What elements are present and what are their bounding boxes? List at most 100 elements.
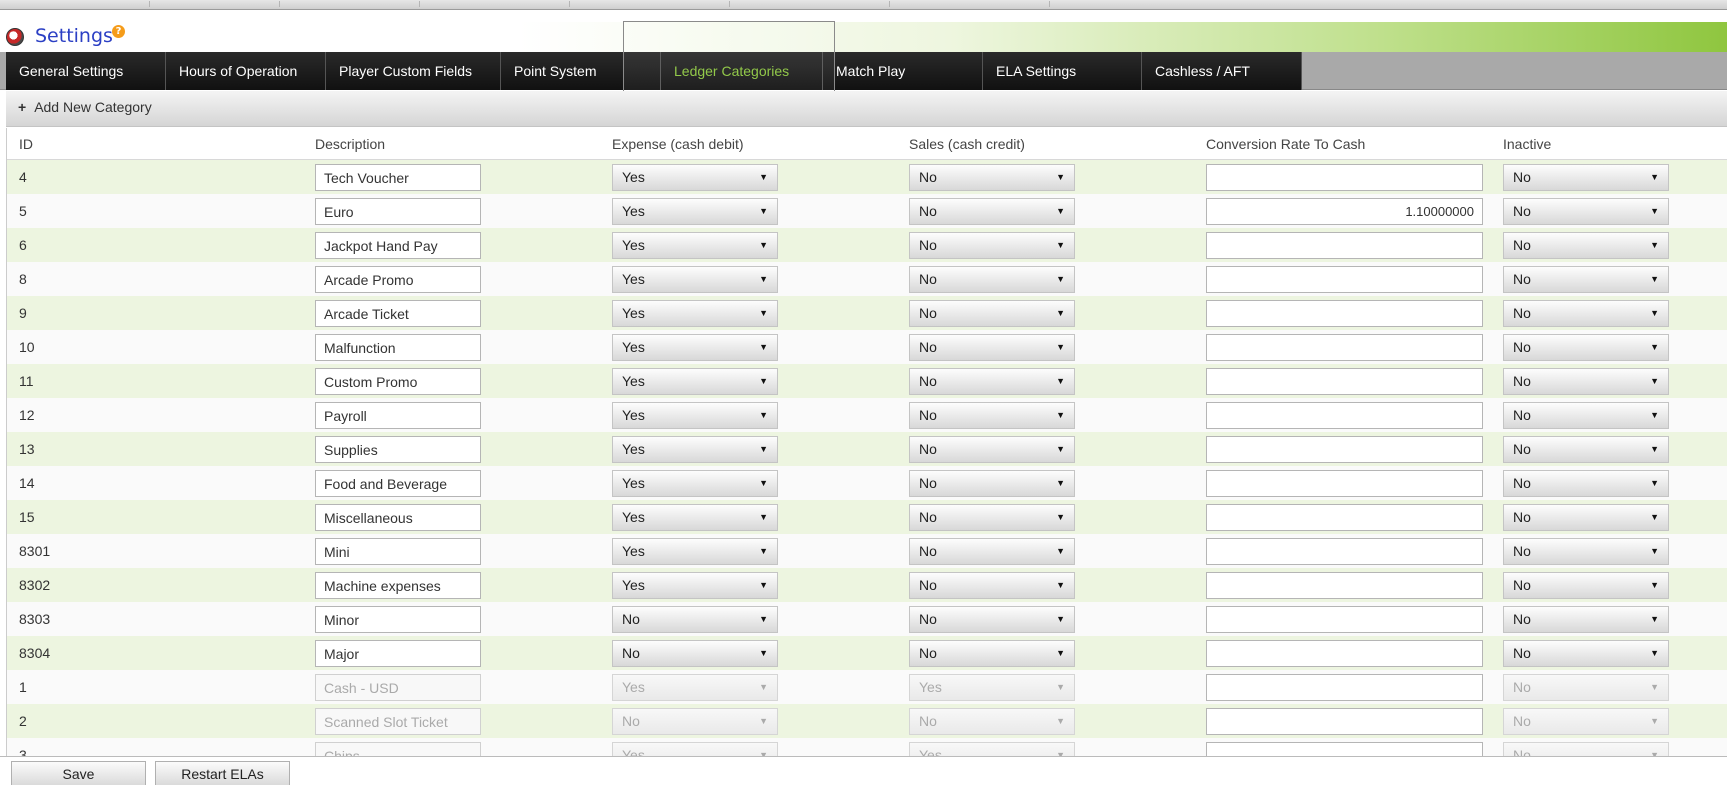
- help-icon[interactable]: ?: [112, 25, 125, 38]
- description-input[interactable]: [315, 436, 481, 463]
- expense-select[interactable]: Yes ▼: [612, 742, 778, 756]
- conversion-rate-input[interactable]: [1206, 334, 1483, 361]
- sales-select[interactable]: No ▼: [909, 504, 1075, 531]
- inactive-select[interactable]: No ▼: [1503, 232, 1669, 259]
- description-input[interactable]: [315, 674, 481, 701]
- conversion-rate-input[interactable]: 1.10000000: [1206, 198, 1483, 225]
- inactive-select[interactable]: No ▼: [1503, 742, 1669, 756]
- expense-select[interactable]: No ▼: [612, 708, 778, 735]
- description-input[interactable]: [315, 742, 481, 756]
- sales-select[interactable]: No ▼: [909, 368, 1075, 395]
- description-input[interactable]: [315, 504, 481, 531]
- inactive-select[interactable]: No ▼: [1503, 606, 1669, 633]
- description-input[interactable]: [315, 402, 481, 429]
- description-input[interactable]: [315, 606, 481, 633]
- expense-select[interactable]: Yes ▼: [612, 402, 778, 429]
- description-input[interactable]: [315, 266, 481, 293]
- sales-select[interactable]: No ▼: [909, 538, 1075, 565]
- expense-select[interactable]: Yes ▼: [612, 368, 778, 395]
- sales-select[interactable]: No ▼: [909, 708, 1075, 735]
- tab-hours-of-operation[interactable]: Hours of Operation: [166, 52, 326, 90]
- conversion-rate-input[interactable]: [1206, 402, 1483, 429]
- tab-match-play[interactable]: Match Play: [823, 52, 983, 90]
- conversion-rate-input[interactable]: [1206, 300, 1483, 327]
- conversion-rate-input[interactable]: [1206, 640, 1483, 667]
- expense-select[interactable]: Yes ▼: [612, 198, 778, 225]
- sales-select[interactable]: No ▼: [909, 232, 1075, 259]
- inactive-select[interactable]: No ▼: [1503, 538, 1669, 565]
- sales-select[interactable]: No ▼: [909, 640, 1075, 667]
- conversion-rate-input[interactable]: [1206, 436, 1483, 463]
- add-new-category-button[interactable]: + Add New Category: [18, 99, 152, 115]
- conversion-rate-input[interactable]: [1206, 538, 1483, 565]
- inactive-select[interactable]: No ▼: [1503, 266, 1669, 293]
- description-input[interactable]: [315, 640, 481, 667]
- expense-select[interactable]: Yes ▼: [612, 470, 778, 497]
- sales-select[interactable]: No ▼: [909, 606, 1075, 633]
- inactive-select[interactable]: No ▼: [1503, 198, 1669, 225]
- restart-elas-button[interactable]: Restart ELAs: [155, 761, 290, 785]
- inactive-select[interactable]: No ▼: [1503, 572, 1669, 599]
- inactive-select[interactable]: No ▼: [1503, 402, 1669, 429]
- expense-select[interactable]: Yes ▼: [612, 334, 778, 361]
- conversion-rate-input[interactable]: [1206, 504, 1483, 531]
- description-input[interactable]: [315, 334, 481, 361]
- description-input[interactable]: [315, 300, 481, 327]
- inactive-select[interactable]: No ▼: [1503, 368, 1669, 395]
- description-input[interactable]: [315, 470, 481, 497]
- inactive-select[interactable]: No ▼: [1503, 334, 1669, 361]
- inactive-select[interactable]: No ▼: [1503, 708, 1669, 735]
- conversion-rate-input[interactable]: [1206, 606, 1483, 633]
- expense-select[interactable]: Yes ▼: [612, 572, 778, 599]
- sales-select[interactable]: No ▼: [909, 572, 1075, 599]
- tab-ela-settings[interactable]: ELA Settings: [983, 52, 1142, 90]
- description-input[interactable]: [315, 232, 481, 259]
- conversion-rate-input[interactable]: [1206, 572, 1483, 599]
- sales-select[interactable]: No ▼: [909, 164, 1075, 191]
- sales-select[interactable]: No ▼: [909, 402, 1075, 429]
- inactive-select[interactable]: No ▼: [1503, 504, 1669, 531]
- tab-general-settings[interactable]: General Settings: [6, 52, 166, 90]
- sales-select[interactable]: No ▼: [909, 198, 1075, 225]
- tab-ledger-categories[interactable]: Ledger Categories: [661, 52, 823, 90]
- sales-select[interactable]: No ▼: [909, 436, 1075, 463]
- description-input[interactable]: [315, 164, 481, 191]
- description-input[interactable]: [315, 198, 481, 225]
- expense-select[interactable]: Yes ▼: [612, 232, 778, 259]
- expense-select[interactable]: Yes ▼: [612, 164, 778, 191]
- tab-cashless-aft[interactable]: Cashless / AFT: [1142, 52, 1302, 90]
- sales-select[interactable]: No ▼: [909, 300, 1075, 327]
- inactive-select[interactable]: No ▼: [1503, 470, 1669, 497]
- sales-select[interactable]: No ▼: [909, 266, 1075, 293]
- tab-player-custom-fields[interactable]: Player Custom Fields: [326, 52, 501, 90]
- conversion-rate-input[interactable]: [1206, 708, 1483, 735]
- conversion-rate-input[interactable]: [1206, 266, 1483, 293]
- description-input[interactable]: [315, 368, 481, 395]
- expense-select[interactable]: Yes ▼: [612, 300, 778, 327]
- description-input[interactable]: [315, 538, 481, 565]
- expense-select[interactable]: Yes ▼: [612, 436, 778, 463]
- expense-select[interactable]: Yes ▼: [612, 266, 778, 293]
- expense-select[interactable]: Yes ▼: [612, 504, 778, 531]
- inactive-select[interactable]: No ▼: [1503, 300, 1669, 327]
- sales-select[interactable]: No ▼: [909, 470, 1075, 497]
- expense-select[interactable]: Yes ▼: [612, 538, 778, 565]
- conversion-rate-input[interactable]: [1206, 742, 1483, 756]
- expense-select[interactable]: No ▼: [612, 640, 778, 667]
- description-input[interactable]: [315, 708, 481, 735]
- inactive-select[interactable]: No ▼: [1503, 436, 1669, 463]
- expense-select[interactable]: No ▼: [612, 606, 778, 633]
- tab-point-system[interactable]: Point System: [501, 52, 661, 90]
- conversion-rate-input[interactable]: [1206, 232, 1483, 259]
- inactive-select[interactable]: No ▼: [1503, 164, 1669, 191]
- sales-select[interactable]: Yes ▼: [909, 742, 1075, 756]
- inactive-select[interactable]: No ▼: [1503, 674, 1669, 701]
- conversion-rate-input[interactable]: [1206, 470, 1483, 497]
- conversion-rate-input[interactable]: [1206, 674, 1483, 701]
- sales-select[interactable]: No ▼: [909, 334, 1075, 361]
- expense-select[interactable]: Yes ▼: [612, 674, 778, 701]
- conversion-rate-input[interactable]: [1206, 368, 1483, 395]
- description-input[interactable]: [315, 572, 481, 599]
- sales-select[interactable]: Yes ▼: [909, 674, 1075, 701]
- save-button[interactable]: Save: [11, 761, 146, 785]
